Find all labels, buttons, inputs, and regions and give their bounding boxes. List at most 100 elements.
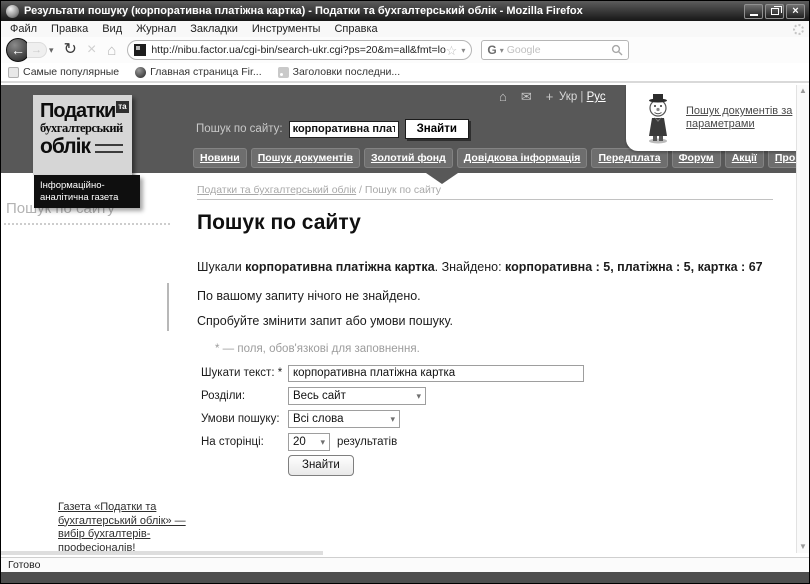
history-dropdown-icon[interactable]: ▾ [49, 45, 54, 56]
restore-icon [770, 5, 782, 15]
lang-rus-link[interactable]: Рус [587, 91, 606, 103]
mascot-image [649, 94, 667, 144]
per-page-selected-value: 20 [293, 436, 306, 448]
restore-button[interactable] [765, 3, 784, 19]
throbber-icon [793, 23, 804, 35]
per-page-select[interactable]: 20 ▾ [288, 433, 330, 451]
menu-bookmarks[interactable]: Закладки [183, 22, 245, 36]
site-home-icon[interactable]: ⌂ [499, 90, 507, 103]
title-bar[interactable]: Результати пошуку (корпоративна платіжна… [1, 1, 809, 21]
url-dropdown-icon[interactable]: ▾ [461, 46, 465, 55]
vertical-scrollbar[interactable]: ▲ ▼ [796, 85, 809, 553]
menu-history[interactable]: Журнал [129, 22, 183, 36]
site-add-icon[interactable]: + [546, 90, 554, 103]
address-bar[interactable]: ☆ ▾ [127, 40, 473, 60]
window-title: Результати пошуку (корпоративна платіжна… [24, 5, 583, 17]
bottom-strip [1, 572, 809, 583]
lang-ukr: Укр [559, 91, 578, 103]
required-fields-note: * — поля, обов'язкові для заповнення. [215, 343, 420, 355]
nav-gold-fund[interactable]: Золотий фонд [363, 148, 453, 168]
param-search-link[interactable]: Пошук документів за параметрами [686, 105, 794, 131]
minimize-icon [749, 13, 758, 16]
search-mode-select[interactable]: Всі слова ▾ [288, 410, 400, 428]
browser-window: Результати пошуку (корпоративна платіжна… [0, 0, 810, 584]
menu-help[interactable]: Справка [327, 22, 384, 36]
menu-file[interactable]: Файл [3, 22, 44, 36]
no-results-message: По вашому запиту нічого не знайдено. [197, 289, 421, 303]
menu-edit[interactable]: Правка [44, 22, 95, 36]
home-button[interactable]: ⌂ [107, 42, 116, 59]
google-search-box[interactable]: G ▾ [481, 40, 630, 60]
sections-row: Розділи: Весь сайт ▾ [201, 387, 584, 405]
reload-button[interactable]: ↻ [64, 40, 77, 60]
page-title: Пошук по сайту [197, 211, 361, 234]
google-search-input[interactable] [506, 44, 612, 56]
magnifier-icon[interactable] [611, 44, 623, 56]
nav-news[interactable]: Новини [193, 148, 247, 168]
chevron-down-icon: ▾ [390, 413, 395, 424]
param-search-box: Пошук документів за параметрами [626, 85, 798, 151]
sidebar-divider [4, 223, 170, 225]
stop-button[interactable]: × [87, 40, 96, 60]
search-mode-selected-value: Всі слова [293, 413, 344, 425]
search-text-input[interactable] [288, 364, 584, 382]
per-page-row: На сторінці: 20 ▾ результатів [201, 433, 584, 451]
site-navigation: Новини Пошук документів Золотий фонд Дов… [193, 148, 809, 168]
nav-promotions[interactable]: Акції [724, 148, 764, 168]
logo-word2: бухгалтерський [40, 121, 123, 135]
summary-counts: корпоративна : 5, платіжна : 5, картка :… [505, 260, 763, 274]
bookmark-star-icon[interactable]: ☆ [446, 44, 458, 57]
scroll-up-icon[interactable]: ▲ [799, 87, 807, 95]
summary-query: корпоративна платіжна картка [245, 260, 435, 274]
search-mode-row: Умови пошуку: Всі слова ▾ [201, 410, 584, 428]
window-controls: × [744, 3, 805, 19]
menu-bar: Файл Правка Вид Журнал Закладки Инструме… [1, 21, 809, 37]
header-search-button[interactable]: Знайти [404, 119, 469, 139]
message-border-decoration [167, 283, 169, 331]
chevron-down-icon: ▾ [320, 436, 325, 447]
site-logo[interactable]: Податки та бухгалтерський облік [33, 95, 132, 175]
close-button[interactable]: × [786, 3, 805, 19]
horizontal-scrollbar[interactable] [1, 551, 323, 555]
status-text: Готово [8, 559, 41, 571]
per-page-suffix: результатів [337, 436, 398, 448]
logo-ta-badge: та [116, 101, 129, 113]
nav-reference-info[interactable]: Довідкова інформація [456, 148, 588, 168]
folder-icon [8, 66, 19, 78]
forward-button[interactable]: → [27, 42, 47, 58]
site-mail-icon[interactable]: ✉ [521, 90, 532, 103]
bookmark-latest-headlines[interactable]: Заголовки последни... [277, 66, 400, 78]
search-engine-dropdown-icon[interactable]: ▾ [500, 46, 504, 55]
search-text-label: Шукати текст: * [201, 367, 283, 379]
language-switcher: Укр | Рус [559, 91, 606, 103]
search-summary: Шукали корпоративна платіжна картка. Зна… [197, 260, 797, 274]
breadcrumb-current: Пошук по сайту [364, 184, 442, 196]
newspaper-footer-link[interactable]: Газета «Податки та бухгалтерський облік»… [58, 501, 194, 555]
bookmark-most-popular[interactable]: Самые популярные [8, 66, 119, 78]
lang-divider: | [580, 91, 584, 103]
header-search: Пошук по сайту: Знайти [196, 119, 469, 139]
firefox-icon [6, 4, 19, 18]
nav-document-search[interactable]: Пошук документів [250, 148, 360, 168]
header-utility-icons: ⌂ ✉ + [499, 90, 553, 103]
breadcrumb-home-link[interactable]: Податки та бухгалтерський облік [197, 184, 356, 196]
sections-label: Розділи: [201, 390, 246, 402]
menu-view[interactable]: Вид [95, 22, 129, 36]
header-search-input[interactable] [288, 120, 399, 138]
minimize-button[interactable] [744, 3, 763, 19]
logo-word3: облік [40, 136, 132, 158]
scroll-down-icon[interactable]: ▼ [799, 543, 807, 551]
bookmark-firefox-home[interactable]: Главная страница Fir... [135, 66, 262, 78]
find-button[interactable]: Знайти [288, 454, 354, 476]
chevron-down-icon: ▾ [416, 390, 421, 401]
nav-forum[interactable]: Форум [671, 148, 721, 168]
nav-subscription[interactable]: Передплата [591, 148, 668, 168]
sections-select[interactable]: Весь сайт ▾ [288, 387, 426, 405]
url-input[interactable] [151, 44, 446, 56]
breadcrumb-separator: / [356, 184, 365, 196]
menu-tools[interactable]: Инструменты [245, 22, 328, 36]
summary-prefix: Шукали [197, 260, 246, 274]
summary-middle: . Знайдено: [434, 260, 506, 274]
submit-row: Знайти [201, 454, 584, 476]
status-bar: Готово [1, 557, 809, 572]
